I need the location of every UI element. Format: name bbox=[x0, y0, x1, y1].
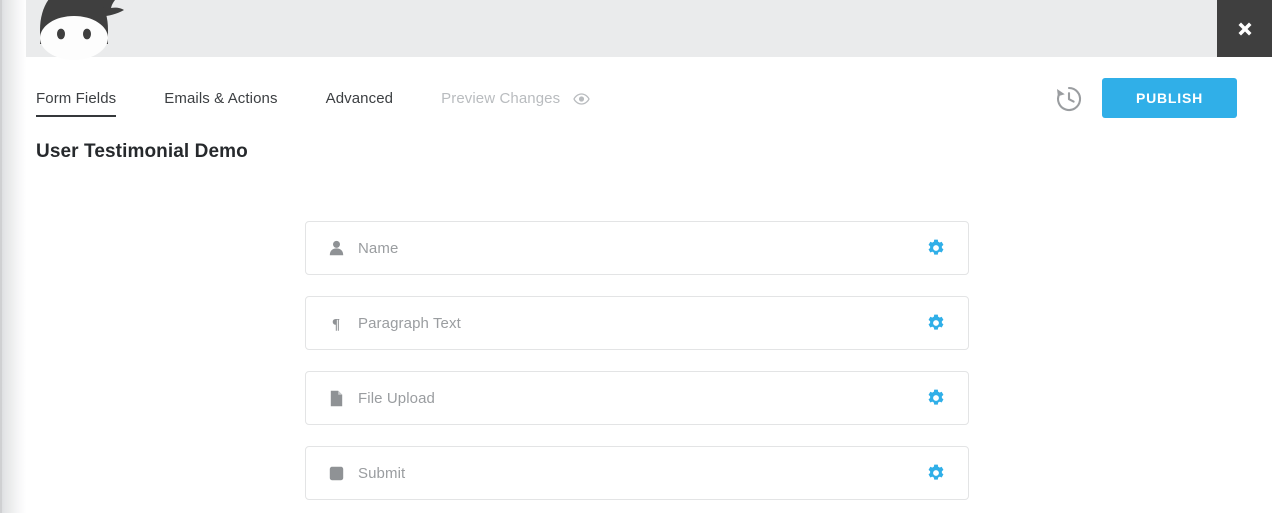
field-label-submit: Submit bbox=[358, 464, 406, 482]
left-edge-line bbox=[0, 0, 2, 513]
field-label-file-upload: File Upload bbox=[358, 389, 435, 407]
field-label-name: Name bbox=[358, 239, 399, 257]
close-button[interactable] bbox=[1217, 0, 1272, 57]
tab-form-fields-label: Form Fields bbox=[36, 90, 117, 107]
field-settings-gear-icon-name[interactable] bbox=[927, 239, 945, 257]
field-row-file-upload[interactable]: File Upload bbox=[305, 371, 969, 425]
publish-button[interactable]: PUBLISH bbox=[1102, 78, 1237, 118]
field-settings-gear-icon-file-upload[interactable] bbox=[927, 389, 945, 407]
tab-advanced-label: Advanced bbox=[325, 90, 394, 107]
field-row-paragraph-text[interactable]: ¶ Paragraph Text bbox=[305, 296, 969, 350]
tab-preview-changes-label: Preview Changes bbox=[441, 90, 561, 107]
pilcrow-icon: ¶ bbox=[326, 315, 346, 332]
field-settings-gear-icon-submit[interactable] bbox=[927, 464, 945, 482]
field-settings-gear-icon-paragraph-text[interactable] bbox=[927, 314, 945, 332]
tab-emails-actions-label: Emails & Actions bbox=[164, 90, 278, 107]
form-builder-app: Form Fields Emails & Actions Advanced Pr… bbox=[0, 0, 1272, 513]
svg-text:¶: ¶ bbox=[332, 317, 340, 332]
ninja-forms-logo-icon bbox=[22, 0, 126, 74]
field-label-paragraph-text: Paragraph Text bbox=[358, 314, 461, 332]
form-history-button[interactable] bbox=[1054, 84, 1084, 114]
tab-advanced[interactable]: Advanced bbox=[326, 90, 394, 117]
tab-emails-actions[interactable]: Emails & Actions bbox=[164, 90, 277, 117]
document-icon bbox=[326, 390, 346, 407]
tab-preview-changes[interactable]: Preview Changes bbox=[441, 90, 591, 119]
history-restore-icon bbox=[1057, 86, 1082, 112]
tab-bar: Form Fields Emails & Actions Advanced Pr… bbox=[36, 90, 638, 119]
tab-form-fields[interactable]: Form Fields bbox=[36, 90, 117, 117]
button-icon bbox=[326, 466, 346, 481]
field-row-submit[interactable]: Submit bbox=[305, 446, 969, 500]
field-row-name[interactable]: Name bbox=[305, 221, 969, 275]
user-icon bbox=[326, 240, 346, 256]
close-x-icon bbox=[1238, 22, 1251, 35]
form-field-list: Name ¶ Paragraph Text File Upload Submit bbox=[305, 221, 969, 521]
form-title: User Testimonial Demo bbox=[36, 141, 248, 162]
top-bar bbox=[0, 0, 1272, 57]
eye-icon bbox=[573, 92, 591, 109]
